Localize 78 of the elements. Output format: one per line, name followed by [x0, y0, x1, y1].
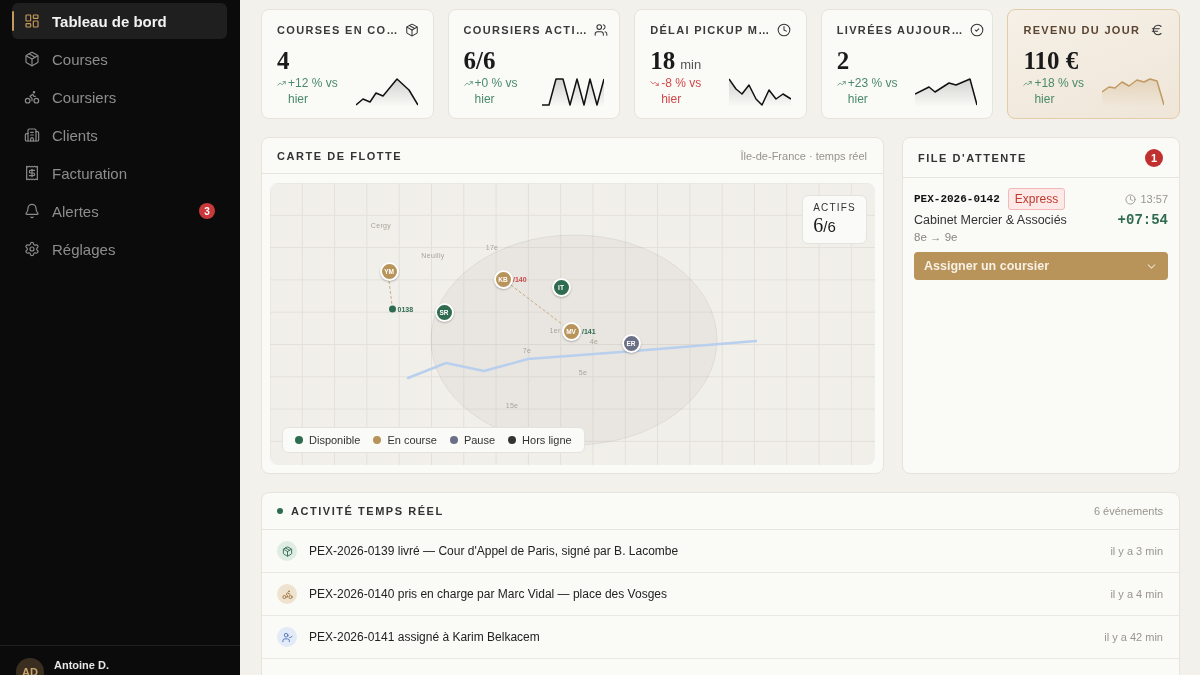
priority-tag: Express	[1007, 188, 1066, 210]
kpi-title: REVENU DU JOUR	[1023, 24, 1141, 36]
queue-count-badge: 1	[1145, 148, 1163, 167]
event-time: il y a 42 min	[1104, 631, 1163, 643]
grid-icon	[24, 13, 40, 29]
sidebar-item[interactable]: Clients	[12, 117, 227, 153]
legend-label: En course	[387, 434, 437, 446]
sparkline	[728, 77, 791, 107]
pickup-dot-icon	[388, 305, 396, 313]
sparkline	[1102, 77, 1164, 107]
check-circle-icon	[969, 23, 984, 37]
counter-label: ACTIFS	[813, 202, 856, 213]
kpi-title: COURSIERS ACTI…	[463, 24, 589, 36]
bike-icon	[277, 584, 297, 604]
event-text: PEX-2026-0139 livré — Cour d'Appel de Paris, signé par B. Lacombe	[309, 544, 679, 558]
kpi-delta: +0 % vs hier	[474, 75, 519, 107]
clock-icon	[1125, 193, 1137, 205]
clock-icon	[776, 23, 791, 37]
bike-icon	[24, 89, 40, 105]
kpi-delta: +18 % vs hier	[1034, 75, 1086, 107]
card-title: FILE D'ATTENTE	[918, 151, 1027, 164]
user-name: Antoine D.	[54, 659, 109, 671]
live-dot-icon	[277, 508, 283, 514]
trend-up-icon	[1023, 79, 1033, 88]
event-text: PEX-2026-0141 assigné à Karim Belkacem	[309, 630, 540, 644]
users-icon	[594, 23, 609, 37]
package-icon	[24, 51, 40, 67]
kpi-value: 2	[836, 47, 850, 75]
sparkline	[355, 77, 418, 107]
card-title: ACTIVITÉ TEMPS RÉEL	[291, 505, 444, 517]
event-time: il y a 3 min	[1110, 545, 1163, 557]
kpi-title: DÉLAI PICKUP M…	[650, 24, 771, 36]
kpi-delta: +12 % vs hier	[288, 75, 339, 107]
card-title: CARTE DE FLOTTE	[277, 149, 403, 162]
event-time: il y a 4 min	[1110, 588, 1163, 600]
kpi-value: 18	[650, 47, 676, 75]
order-time: 13:57	[1140, 193, 1168, 205]
kpi-value: 110 €	[1023, 47, 1079, 75]
trend-down-icon	[650, 79, 660, 88]
sidebar-item[interactable]: Facturation	[12, 155, 227, 191]
user-check-icon	[277, 627, 297, 647]
kpi-delta: -8 % vs hier	[661, 75, 703, 107]
kpi-unit: min	[680, 57, 702, 72]
trend-up-icon	[277, 79, 286, 88]
kpi-value: 6/6	[463, 47, 496, 75]
package-icon	[277, 541, 297, 561]
legend-label: Disponible	[309, 434, 361, 446]
kpi-title: LIVRÉES AUJOUR…	[836, 24, 964, 36]
sparkline	[542, 77, 605, 107]
receipt-icon	[24, 165, 40, 181]
package-icon	[404, 23, 419, 37]
euro-icon	[1150, 23, 1164, 37]
kpi-delta: +23 % vs hier	[847, 75, 899, 107]
trend-up-icon	[836, 79, 846, 88]
bell-icon	[24, 203, 40, 219]
legend-label: Hors ligne	[522, 434, 572, 446]
event-count: 6 événements	[1093, 505, 1163, 517]
legend-label: Pause	[463, 434, 496, 446]
trend-up-icon	[463, 79, 473, 88]
elapsed-timer: +07:54	[1117, 212, 1168, 228]
sidebar-item[interactable]: Tableau de bord	[12, 3, 227, 39]
counter-value: 6/6	[813, 214, 837, 238]
kpi-value: 4	[277, 47, 290, 75]
order-route: 8e → 9e	[914, 231, 959, 243]
sparkline	[915, 77, 978, 107]
assignment-link	[388, 280, 393, 306]
sidebar-item[interactable]: Réglages	[12, 231, 227, 267]
sidebar-item[interactable]: Courses	[12, 41, 227, 77]
alert-count-badge: 3	[199, 203, 215, 219]
map-subtitle: Île-de-France · temps réel	[740, 149, 867, 162]
client-name: Cabinet Mercier & Associés	[914, 213, 1067, 227]
settings-icon	[24, 241, 40, 257]
building-icon	[24, 127, 40, 143]
order-ref: PEX-2026-0142	[914, 193, 1000, 205]
sidebar-item[interactable]: Alertes 3	[12, 193, 227, 229]
event-text: PEX-2026-0140 pris en charge par Marc Vidal — place des Vosges	[309, 587, 667, 601]
kpi-title: COURSES EN CO…	[277, 24, 399, 36]
sidebar-item[interactable]: Coursiers	[12, 79, 227, 115]
